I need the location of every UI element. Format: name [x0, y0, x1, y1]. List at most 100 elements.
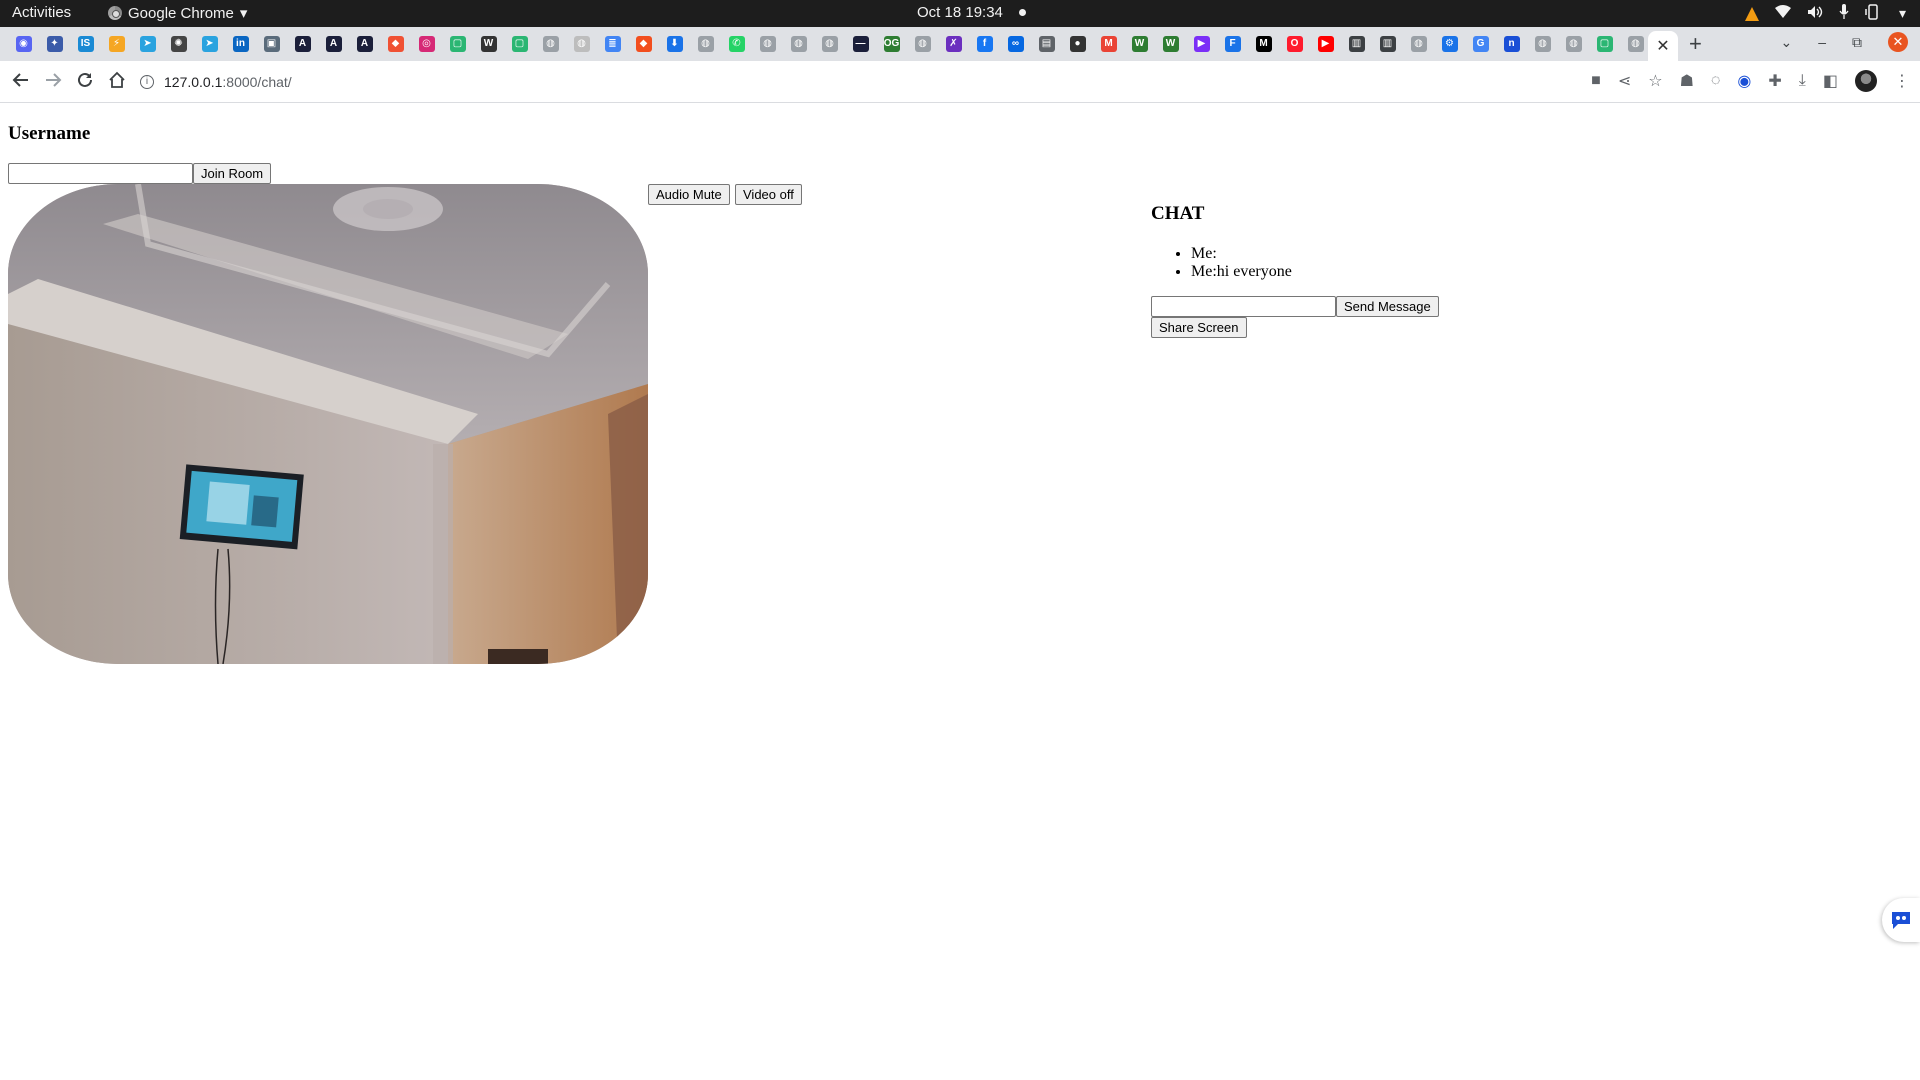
- clock[interactable]: Oct 18 19:34: [917, 4, 1026, 21]
- profile-avatar[interactable]: [1855, 70, 1877, 92]
- video-off-button[interactable]: Video off: [735, 184, 802, 205]
- tab[interactable]: ●: [1066, 33, 1089, 55]
- tab[interactable]: F: [1221, 33, 1244, 55]
- system-tray[interactable]: ▾: [1744, 4, 1906, 23]
- window-controls: ⌄ – ⧉ ✕: [1780, 32, 1908, 52]
- tab[interactable]: O: [1283, 33, 1306, 55]
- tab[interactable]: ➤: [198, 33, 221, 55]
- bookmark-star-icon[interactable]: ☆: [1648, 71, 1662, 91]
- tab[interactable]: ◍: [1531, 33, 1554, 55]
- share-screen-button[interactable]: Share Screen: [1151, 317, 1247, 338]
- appwrite-icon: A: [294, 36, 311, 52]
- reload-icon[interactable]: [74, 71, 96, 94]
- minimize-icon[interactable]: –: [1818, 34, 1826, 50]
- tab[interactable]: ∞: [1004, 33, 1027, 55]
- new-tab-button[interactable]: +: [1689, 31, 1702, 57]
- extensions-puzzle-icon[interactable]: ✚: [1768, 71, 1781, 91]
- tab[interactable]: ◎: [415, 33, 438, 55]
- tab[interactable]: W: [477, 33, 500, 55]
- tab[interactable]: in: [229, 33, 252, 55]
- tab[interactable]: G: [1469, 33, 1492, 55]
- tab[interactable]: ✦: [43, 33, 66, 55]
- tab[interactable]: ▤: [1035, 33, 1058, 55]
- tab-search-icon[interactable]: ⌄: [1780, 34, 1792, 51]
- message-input[interactable]: [1151, 296, 1336, 317]
- tab[interactable]: ◍: [818, 33, 841, 55]
- tab[interactable]: OG: [880, 33, 903, 55]
- tab[interactable]: ⚙: [1438, 33, 1461, 55]
- tab[interactable]: ≣: [601, 33, 624, 55]
- tab[interactable]: A: [291, 33, 314, 55]
- tab[interactable]: —: [849, 33, 872, 55]
- tab[interactable]: ⬇: [663, 33, 686, 55]
- tab[interactable]: ◆: [632, 33, 655, 55]
- tab-list: ◉ ✦ IS ⚡ ➤ ✺ ➤ in ▣ A A A ⬥ ◎ ▢ W ▢ ◍ ◍ ≣ ◆ ⬇ ◍ ✆ ◍ ◍ ◍ — OG ◍ ✗ f ∞ ▤ ● M W…: [12, 33, 1647, 55]
- globe-icon: ◍: [790, 36, 807, 52]
- menu-kebab-icon[interactable]: ⋮: [1894, 71, 1910, 91]
- extension-blue-icon[interactable]: ◉: [1737, 71, 1751, 91]
- tab[interactable]: ⬥: [384, 33, 407, 55]
- globe-icon: ◍: [697, 36, 714, 52]
- back-icon[interactable]: [10, 71, 32, 94]
- tab[interactable]: W: [1128, 33, 1151, 55]
- extension-circle-icon[interactable]: ◌: [1711, 72, 1721, 90]
- tab[interactable]: ▶: [1314, 33, 1337, 55]
- tab[interactable]: ✗: [942, 33, 965, 55]
- close-window-icon[interactable]: ✕: [1888, 32, 1908, 52]
- tab[interactable]: IS: [74, 33, 97, 55]
- home-icon[interactable]: [106, 71, 128, 94]
- tab[interactable]: n: [1500, 33, 1523, 55]
- tab[interactable]: M: [1252, 33, 1275, 55]
- tab[interactable]: ⚡: [105, 33, 128, 55]
- forward-icon[interactable]: [42, 71, 64, 94]
- tab[interactable]: ◉: [12, 33, 35, 55]
- tab[interactable]: ▢: [446, 33, 469, 55]
- send-message-button[interactable]: Send Message: [1336, 296, 1439, 317]
- tab[interactable]: ◍: [756, 33, 779, 55]
- tab[interactable]: f: [973, 33, 996, 55]
- tab[interactable]: ✆: [725, 33, 748, 55]
- tab[interactable]: ◍: [694, 33, 717, 55]
- tab[interactable]: ◍: [1562, 33, 1585, 55]
- tab[interactable]: ◍: [787, 33, 810, 55]
- side-panel-icon[interactable]: ◧: [1823, 71, 1838, 91]
- forms-icon: F: [1224, 36, 1241, 52]
- tab[interactable]: A: [353, 33, 376, 55]
- tab[interactable]: ◍: [539, 33, 562, 55]
- address-bar[interactable]: i 127.0.0.1:8000/chat/: [140, 67, 1540, 97]
- tab[interactable]: ▢: [508, 33, 531, 55]
- restore-icon[interactable]: ⧉: [1852, 34, 1862, 51]
- tab[interactable]: A: [322, 33, 345, 55]
- close-tab-icon[interactable]: ✕: [1656, 36, 1669, 56]
- vlc-icon[interactable]: [1744, 6, 1759, 21]
- tab[interactable]: W: [1159, 33, 1182, 55]
- tab[interactable]: M: [1097, 33, 1120, 55]
- camera-icon[interactable]: ■: [1591, 72, 1601, 90]
- site-info-icon[interactable]: i: [140, 75, 154, 89]
- extension-bug-icon[interactable]: ☗: [1680, 71, 1694, 91]
- tab[interactable]: ◍: [1624, 33, 1647, 55]
- app-menu[interactable]: Google Chrome ▾: [108, 4, 247, 22]
- tab[interactable]: ▶: [1190, 33, 1213, 55]
- tab[interactable]: ◍: [911, 33, 934, 55]
- share-icon[interactable]: ⋖: [1618, 71, 1631, 91]
- tab[interactable]: ◍: [570, 33, 593, 55]
- audio-mute-button[interactable]: Audio Mute: [648, 184, 730, 205]
- purple-icon: ✗: [945, 36, 962, 52]
- appwrite-icon: A: [356, 36, 373, 52]
- tab[interactable]: ➤: [136, 33, 159, 55]
- tab[interactable]: ◍: [1407, 33, 1430, 55]
- tab[interactable]: ▢: [1593, 33, 1616, 55]
- tab[interactable]: ▥: [1376, 33, 1399, 55]
- tab-active[interactable]: ✕: [1648, 31, 1678, 61]
- downloads-icon[interactable]: ⤓: [1799, 72, 1806, 90]
- tab[interactable]: ✺: [167, 33, 190, 55]
- username-input[interactable]: [8, 163, 193, 184]
- tab[interactable]: ▣: [260, 33, 283, 55]
- tab[interactable]: ▥: [1345, 33, 1368, 55]
- volume-icon: [1807, 5, 1823, 22]
- activities-button[interactable]: Activities: [12, 4, 71, 21]
- gear-icon: ⚙: [1441, 36, 1458, 52]
- assistant-extension-icon[interactable]: [1882, 898, 1920, 942]
- join-room-button[interactable]: Join Room: [193, 163, 272, 184]
